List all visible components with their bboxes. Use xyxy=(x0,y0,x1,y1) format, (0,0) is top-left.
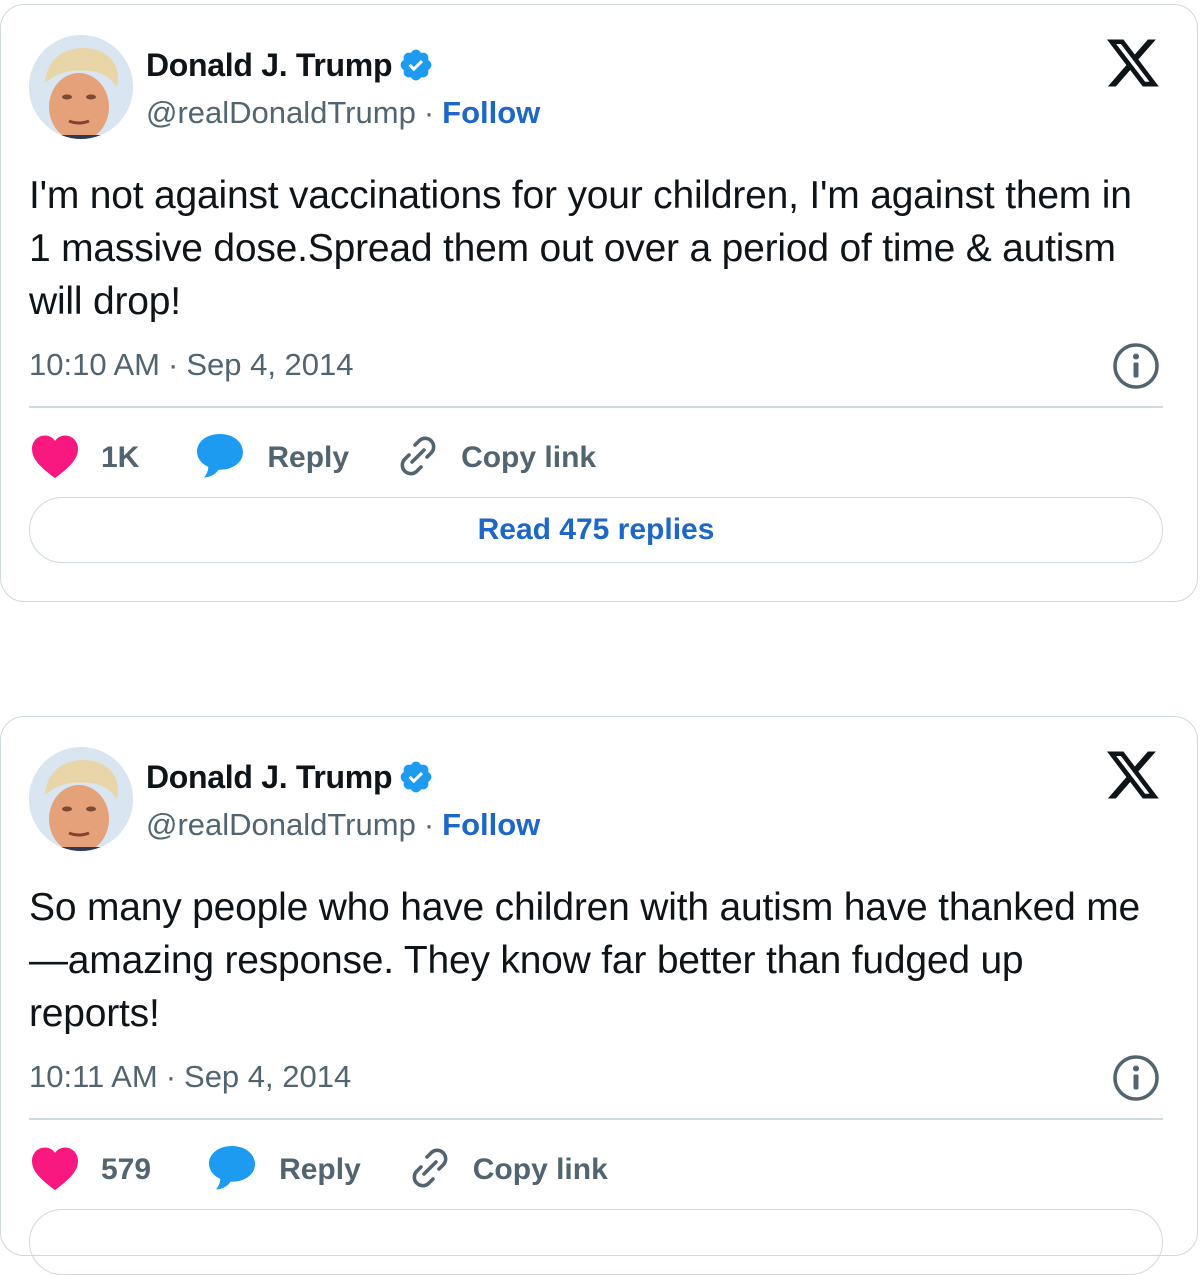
tweet-text: So many people who have children with au… xyxy=(29,886,1140,1035)
like-button[interactable]: 579 xyxy=(29,1145,207,1196)
tweet-card: Donald J. Trump @realDonaldTrump · Follo… xyxy=(0,4,1198,602)
link-icon xyxy=(393,431,443,486)
divider xyxy=(29,1118,1163,1120)
tweet-time: 10:11 AM xyxy=(29,1059,158,1094)
like-count: 1K xyxy=(101,441,140,474)
author-avatar[interactable] xyxy=(29,35,133,139)
heart-icon xyxy=(29,433,81,484)
copy-link-button[interactable]: Copy link xyxy=(405,1143,608,1198)
read-replies-button[interactable] xyxy=(29,1209,1163,1275)
separator-dot: · xyxy=(167,347,179,382)
tweet-timestamp[interactable]: 10:10 AM · Sep 4, 2014 xyxy=(29,343,354,387)
speech-bubble-icon xyxy=(207,1144,257,1197)
separator-dot: · xyxy=(423,807,435,842)
info-icon[interactable] xyxy=(1111,341,1161,396)
follow-button[interactable]: Follow xyxy=(442,807,540,843)
author-name-row: Donald J. Trump xyxy=(146,45,434,85)
author-name-row: Donald J. Trump xyxy=(146,757,434,797)
author-avatar[interactable] xyxy=(29,747,133,851)
reply-button[interactable]: Reply xyxy=(195,432,393,485)
author-name[interactable]: Donald J. Trump xyxy=(146,759,393,796)
author-handle[interactable]: @realDonaldTrump xyxy=(146,807,416,843)
tweet-card: Donald J. Trump @realDonaldTrump · Follo… xyxy=(0,716,1198,1275)
verified-badge-icon xyxy=(398,759,434,795)
follow-button[interactable]: Follow xyxy=(442,95,540,131)
author-name[interactable]: Donald J. Trump xyxy=(146,47,393,84)
link-icon xyxy=(405,1143,455,1198)
author-handle-row: @realDonaldTrump · Follow xyxy=(146,93,540,133)
read-replies-button[interactable]: Read 475 replies xyxy=(29,497,1163,563)
tweet-time: 10:10 AM xyxy=(29,347,160,382)
tweet-text: I'm not against vaccinations for your ch… xyxy=(29,174,1132,323)
reply-label: Reply xyxy=(279,1153,361,1186)
tweet-timestamp[interactable]: 10:11 AM · Sep 4, 2014 xyxy=(29,1055,351,1099)
tweet-actions: 579 Reply Copy link xyxy=(29,1142,608,1198)
like-count: 579 xyxy=(101,1153,152,1186)
heart-icon xyxy=(29,1145,81,1196)
x-logo-icon[interactable] xyxy=(1107,751,1159,804)
copy-link-label: Copy link xyxy=(472,1153,608,1186)
author-handle[interactable]: @realDonaldTrump xyxy=(146,95,416,131)
verified-badge-icon xyxy=(398,47,434,83)
x-logo-icon[interactable] xyxy=(1107,39,1159,92)
tweet-date: Sep 4, 2014 xyxy=(184,1059,352,1094)
copy-link-label: Copy link xyxy=(461,441,597,474)
like-button[interactable]: 1K xyxy=(29,433,195,484)
reply-button[interactable]: Reply xyxy=(207,1144,405,1197)
copy-link-button[interactable]: Copy link xyxy=(393,431,596,486)
tweet-date: Sep 4, 2014 xyxy=(186,347,354,382)
reply-label: Reply xyxy=(267,441,350,474)
tweet-actions: 1K Reply Copy link xyxy=(29,430,596,486)
speech-bubble-icon xyxy=(195,432,245,485)
divider xyxy=(29,406,1163,408)
separator-dot: · xyxy=(423,95,435,130)
separator-dot: · xyxy=(165,1059,177,1094)
author-handle-row: @realDonaldTrump · Follow xyxy=(146,805,540,845)
info-icon[interactable] xyxy=(1111,1053,1161,1108)
